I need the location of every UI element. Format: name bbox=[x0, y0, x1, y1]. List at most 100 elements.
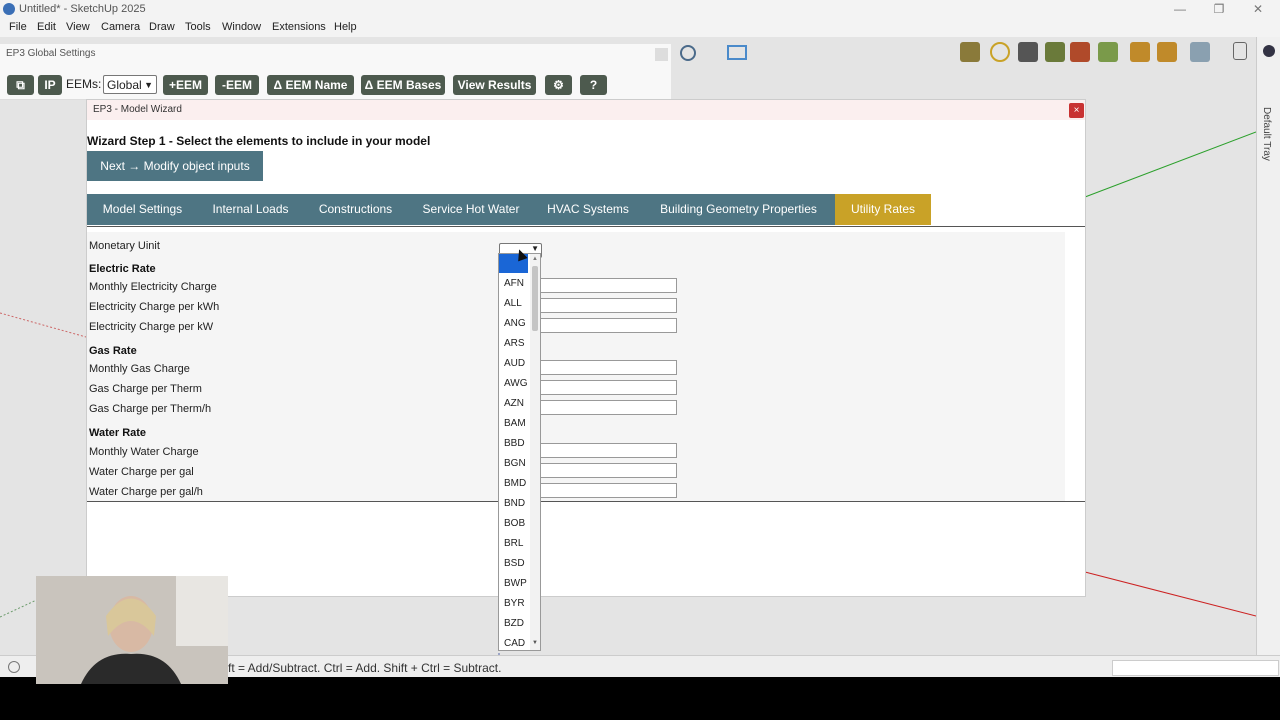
next-modify-inputs-button[interactable]: Next → Modify object inputs bbox=[87, 151, 263, 181]
eems-select-value: Global bbox=[107, 78, 142, 92]
water-per-gal-input[interactable] bbox=[539, 463, 677, 478]
currency-option[interactable]: AZN bbox=[504, 398, 524, 409]
warehouse-icon[interactable] bbox=[960, 42, 980, 62]
window-title: Untitled* - SketchUp 2025 bbox=[19, 3, 146, 15]
menu-file[interactable]: File bbox=[9, 21, 27, 33]
currency-option[interactable]: ARS bbox=[504, 338, 525, 349]
export-icon[interactable] bbox=[1098, 42, 1118, 62]
currency-option[interactable]: BGN bbox=[504, 458, 526, 469]
panel-close-icon[interactable] bbox=[655, 48, 668, 61]
tab-utility-rates[interactable]: Utility Rates bbox=[835, 194, 931, 225]
measurements-box[interactable] bbox=[1112, 660, 1279, 676]
tab-model-settings[interactable]: Model Settings bbox=[87, 194, 198, 225]
water-per-gal-h-label: Water Charge per gal/h bbox=[89, 486, 203, 498]
view-results-button[interactable]: View Results bbox=[453, 75, 536, 95]
restore-icon[interactable]: ❐ bbox=[1209, 2, 1229, 16]
scroll-down-icon[interactable]: ▼ bbox=[532, 640, 538, 646]
monthly-gas-charge-input[interactable] bbox=[539, 360, 677, 375]
layers-icon[interactable]: ⧉ bbox=[7, 75, 34, 95]
profile-icon[interactable] bbox=[680, 45, 696, 61]
tab-service-hot-water[interactable]: Service Hot Water bbox=[408, 194, 534, 225]
tab-building-geometry-properties[interactable]: Building Geometry Properties bbox=[642, 194, 835, 225]
electricity-per-kw-label: Electricity Charge per kW bbox=[89, 321, 214, 333]
currency-option[interactable]: AWG bbox=[504, 378, 528, 389]
path-icon[interactable] bbox=[1190, 42, 1210, 62]
tab-internal-loads[interactable]: Internal Loads bbox=[198, 194, 303, 225]
document-icon[interactable] bbox=[1233, 42, 1247, 60]
monthly-water-charge-label: Monthly Water Charge bbox=[89, 446, 199, 458]
currency-option[interactable]: BOB bbox=[504, 518, 525, 529]
user-icon[interactable] bbox=[1263, 45, 1275, 57]
menu-extensions[interactable]: Extensions bbox=[272, 21, 326, 33]
currency-option[interactable]: ANG bbox=[504, 318, 526, 329]
menu-view[interactable]: View bbox=[66, 21, 90, 33]
gas-per-therm-label: Gas Charge per Therm bbox=[89, 383, 202, 395]
minimize-icon[interactable]: — bbox=[1170, 2, 1190, 16]
wizard-close-button[interactable]: × bbox=[1069, 103, 1084, 118]
currency-option[interactable]: BWP bbox=[504, 578, 527, 589]
utility-rates-form: Monetary Uinit ▼ Electric Rate Monthly E… bbox=[87, 226, 1085, 502]
presenter-image bbox=[36, 576, 228, 684]
menu-tools[interactable]: Tools bbox=[185, 21, 211, 33]
monthly-electricity-charge-input[interactable] bbox=[539, 278, 677, 293]
currency-option[interactable]: BZD bbox=[504, 618, 524, 629]
electric-rate-heading: Electric Rate bbox=[89, 263, 156, 275]
monthly-gas-charge-label: Monthly Gas Charge bbox=[89, 363, 190, 375]
info-icon[interactable] bbox=[990, 42, 1010, 62]
import-icon[interactable] bbox=[1130, 42, 1150, 62]
currency-option[interactable]: AFN bbox=[504, 278, 524, 289]
currency-dropdown-list[interactable]: AFN ALL ANG ARS AUD AWG AZN BAM BBD BGN BMD BND BOB B… bbox=[498, 253, 541, 651]
currency-option[interactable]: BSD bbox=[504, 558, 525, 569]
remove-eem-button[interactable]: -EEM bbox=[215, 75, 259, 95]
component-icon[interactable] bbox=[1070, 42, 1090, 62]
eems-select[interactable]: Global ▼ bbox=[103, 75, 157, 94]
window-titlebar: Untitled* - SketchUp 2025 — ❐ ✕ bbox=[0, 0, 1280, 19]
close-window-icon[interactable]: ✕ bbox=[1248, 2, 1268, 16]
tray-label[interactable]: Default Tray bbox=[1261, 107, 1272, 161]
menu-help[interactable]: Help bbox=[334, 21, 357, 33]
gas-per-therm-h-input[interactable] bbox=[539, 400, 677, 415]
import-file-icon[interactable] bbox=[1157, 42, 1177, 62]
default-tray[interactable]: Default Tray bbox=[1256, 37, 1280, 655]
help-icon[interactable]: ? bbox=[580, 75, 607, 95]
currency-option[interactable]: BBD bbox=[504, 438, 525, 449]
select-arrow-icon[interactable] bbox=[1018, 42, 1038, 62]
geo-location-icon[interactable] bbox=[8, 661, 20, 673]
monthly-water-charge-input[interactable] bbox=[539, 443, 677, 458]
menu-edit[interactable]: Edit bbox=[37, 21, 56, 33]
status-text: ft = Add/Subtract. Ctrl = Add. Shift + C… bbox=[228, 661, 502, 675]
electricity-per-kwh-input[interactable] bbox=[539, 298, 677, 313]
water-per-gal-label: Water Charge per gal bbox=[89, 466, 194, 478]
add-eem-button[interactable]: +EEM bbox=[163, 75, 208, 95]
currency-option[interactable]: AUD bbox=[504, 358, 525, 369]
toolbar-right bbox=[955, 40, 1255, 66]
menu-window[interactable]: Window bbox=[222, 21, 261, 33]
chevron-down-icon: ▼ bbox=[144, 80, 153, 90]
gas-per-therm-input[interactable] bbox=[539, 380, 677, 395]
menu-draw[interactable]: Draw bbox=[149, 21, 175, 33]
currency-option[interactable]: BMD bbox=[504, 478, 526, 489]
tab-hvac-systems[interactable]: HVAC Systems bbox=[534, 194, 642, 225]
monthly-electricity-charge-label: Monthly Electricity Charge bbox=[89, 281, 217, 293]
gear-icon[interactable]: ⚙ bbox=[545, 75, 572, 95]
water-per-gal-h-input[interactable] bbox=[539, 483, 677, 498]
tab-constructions[interactable]: Constructions bbox=[303, 194, 408, 225]
eem-name-button[interactable]: Δ EEM Name bbox=[267, 75, 354, 95]
currency-option[interactable]: BND bbox=[504, 498, 525, 509]
dropdown-scroll-thumb[interactable] bbox=[532, 266, 538, 331]
electricity-per-kw-input[interactable] bbox=[539, 318, 677, 333]
dropdown-scrollbar[interactable]: ▲ ▼ bbox=[530, 254, 540, 650]
eem-bases-button[interactable]: Δ EEM Bases bbox=[361, 75, 445, 95]
building-icon[interactable] bbox=[1045, 42, 1065, 62]
ip-button[interactable]: IP bbox=[38, 75, 62, 95]
window-icon[interactable] bbox=[727, 45, 747, 60]
currency-option[interactable]: BRL bbox=[504, 538, 523, 549]
currency-option[interactable]: BAM bbox=[504, 418, 526, 429]
wizard-title: EP3 - Model Wizard bbox=[93, 104, 182, 115]
currency-option[interactable]: CAD bbox=[504, 638, 525, 649]
scroll-up-icon[interactable]: ▲ bbox=[532, 256, 538, 262]
menu-camera[interactable]: Camera bbox=[101, 21, 140, 33]
currency-option[interactable]: BYR bbox=[504, 598, 525, 609]
currency-option[interactable]: ALL bbox=[504, 298, 522, 309]
menu-bar: File Edit View Camera Draw Tools Window … bbox=[0, 19, 1280, 37]
